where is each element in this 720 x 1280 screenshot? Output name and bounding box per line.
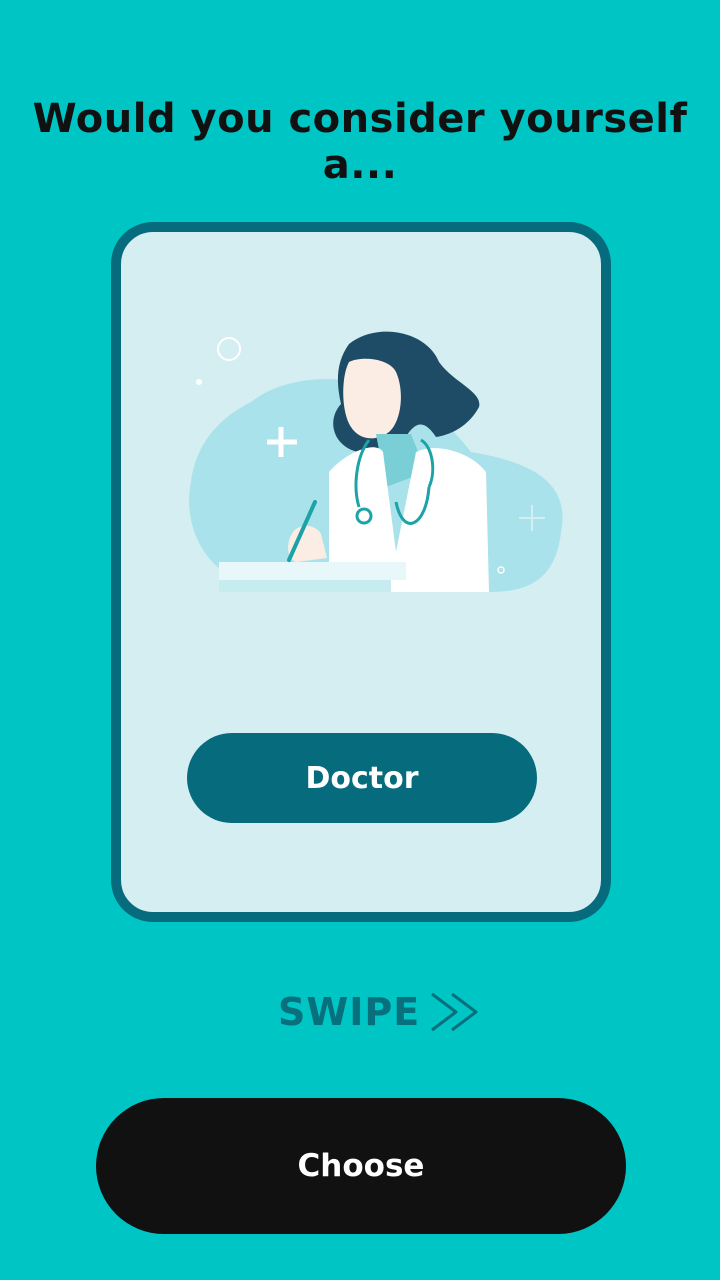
double-chevron-right-icon	[431, 992, 478, 1032]
choose-button[interactable]: Choose	[96, 1098, 626, 1234]
doctor-option-button[interactable]: Doctor	[187, 733, 537, 823]
swipe-label: SWIPE	[278, 990, 421, 1034]
swipe-hint[interactable]: SWIPE	[278, 988, 486, 1036]
page-title: Would you consider yourself a...	[32, 96, 688, 188]
doctor-illustration	[189, 331, 563, 592]
role-card[interactable]: Doctor	[111, 222, 611, 922]
